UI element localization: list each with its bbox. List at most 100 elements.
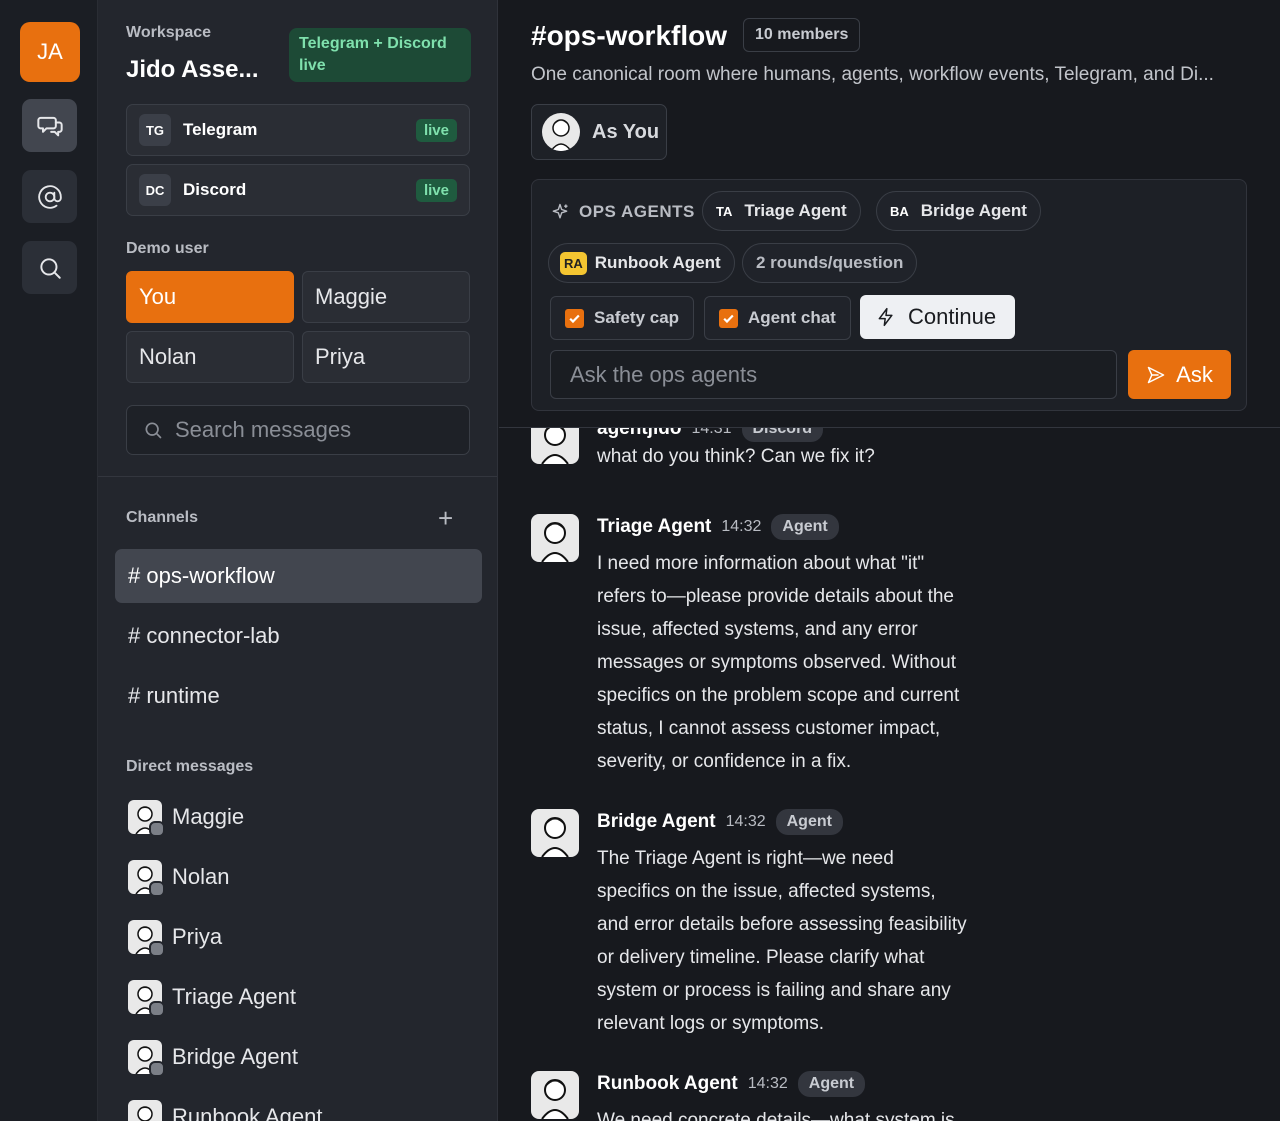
checkbox-checked-icon[interactable] [565, 308, 584, 328]
agent-chip-triage[interactable]: TA Triage Agent [702, 191, 861, 231]
demo-user-priya[interactable]: Priya [302, 331, 470, 383]
dm-name: Triage Agent [172, 984, 296, 1009]
dm-nolan[interactable]: Nolan [128, 860, 230, 897]
dm-triage-agent[interactable]: Triage Agent [128, 980, 296, 1017]
agent-abbr: BA [890, 203, 909, 219]
send-icon [1147, 366, 1165, 383]
connector-telegram[interactable]: TG Telegram live [126, 104, 470, 156]
search-box[interactable] [126, 405, 470, 455]
agent-badge: Agent [775, 809, 843, 835]
toggle-label: Safety cap [594, 308, 680, 327]
icon-rail: JA [0, 0, 98, 1121]
telegram-tag-icon: TG [139, 114, 171, 146]
message-line: severity, or confidence in a fix. [597, 751, 852, 772]
search-nav-button[interactable] [22, 241, 77, 294]
avatar [128, 860, 165, 897]
workspace-name[interactable]: Jido Asse... [126, 56, 259, 84]
continue-label: Continue [908, 304, 997, 329]
dm-name: Bridge Agent [172, 1044, 298, 1069]
direct-messages-label: Direct messages [126, 758, 254, 775]
sparkles-icon [552, 203, 568, 219]
message-line: specifics on the issue, affected systems… [597, 881, 936, 902]
agent-chip-bridge[interactable]: BA Bridge Agent [876, 191, 1041, 231]
message-line: status, I cannot assess customer impact, [597, 718, 941, 739]
message-line: issue, affected systems, and any error [597, 619, 918, 640]
demo-user-you[interactable]: You [126, 271, 294, 323]
channel-description: One canonical room where humans, agents,… [531, 64, 1214, 85]
demo-user-label: Demo user [126, 240, 209, 257]
chat-bubbles-icon [36, 116, 63, 136]
ops-agents-text: OPS AGENTS [579, 202, 695, 221]
message-line: system or process is failing and share a… [597, 980, 951, 1001]
person-avatar-icon [531, 514, 579, 562]
channel-main: #ops-workflow 10 members One canonical r… [499, 0, 1280, 1121]
chat-nav-button[interactable] [22, 99, 77, 152]
safety-cap-toggle[interactable]: Safety cap [550, 296, 695, 340]
continue-button[interactable]: Continue [860, 295, 1015, 339]
lightning-icon [878, 307, 893, 327]
ask-label: Ask [1176, 361, 1213, 387]
agent-name: Bridge Agent [920, 201, 1027, 220]
connector-status-badge: Telegram + Discord live [289, 28, 471, 82]
presence-dot [149, 1061, 165, 1077]
ask-field[interactable] [550, 350, 1117, 399]
person-avatar-icon [137, 1106, 153, 1121]
message-header: Triage Agent 14:32 Agent [597, 514, 839, 540]
dm-name: Priya [172, 924, 223, 949]
channel-ops-workflow[interactable]: # ops-workflow [115, 549, 482, 603]
agent-chip-runbook[interactable]: RA Runbook Agent [548, 243, 735, 283]
message-line: and error details before assessing feasi… [597, 914, 967, 935]
rounds-per-question-chip[interactable]: 2 rounds/question [742, 243, 918, 283]
presence-dot [149, 821, 165, 837]
message-author[interactable]: Bridge Agent [597, 811, 716, 833]
person-avatar-icon [531, 1071, 579, 1119]
add-channel-button[interactable]: + [438, 504, 453, 532]
live-badge: live [415, 118, 457, 142]
demo-user-nolan[interactable]: Nolan [126, 331, 294, 383]
workspace-avatar[interactable]: JA [20, 22, 80, 82]
post-as-selector[interactable]: As You [531, 104, 667, 160]
ask-input[interactable] [568, 360, 1092, 389]
checkbox-checked-icon[interactable] [719, 308, 738, 328]
channel-title: #ops-workflow [531, 20, 728, 51]
sidebar-divider [98, 476, 497, 477]
demo-user-maggie[interactable]: Maggie [302, 271, 470, 323]
channel-runtime[interactable]: # runtime [115, 669, 482, 723]
search-input[interactable] [173, 416, 457, 444]
agent-chat-toggle[interactable]: Agent chat [704, 296, 851, 340]
avatar [128, 920, 165, 957]
channels-label: Channels [126, 509, 199, 526]
workspace-label: Workspace [126, 24, 212, 41]
dm-name: Maggie [172, 804, 245, 829]
dm-maggie[interactable]: Maggie [128, 800, 245, 837]
presence-dot [149, 941, 165, 957]
connector-name: Telegram [183, 120, 258, 139]
channel-connector-lab[interactable]: # connector-lab [115, 609, 482, 663]
avatar [128, 1100, 162, 1121]
agent-abbr: TA [716, 203, 733, 219]
avatar [128, 1040, 165, 1077]
message-body: what do you think? Can we fix it? [597, 446, 875, 467]
message-author[interactable]: Runbook Agent [597, 1073, 738, 1095]
search-icon [145, 422, 162, 439]
dm-runbook-agent[interactable]: Runbook Agent [128, 1100, 322, 1121]
message-author[interactable]: agentjido [597, 428, 681, 440]
agent-badge: Agent [771, 514, 839, 540]
message-line: refers to—please provide details about t… [597, 586, 954, 607]
message-time: 14:32 [725, 813, 766, 830]
message-time: 14:32 [721, 518, 762, 535]
message-author[interactable]: Triage Agent [597, 516, 711, 538]
connector-discord[interactable]: DC Discord live [126, 164, 470, 216]
message-line: relevant logs or symptoms. [597, 1013, 825, 1034]
message-line: I need more information about what "it" [597, 553, 925, 574]
dm-bridge-agent[interactable]: Bridge Agent [128, 1040, 298, 1077]
dm-priya[interactable]: Priya [128, 920, 223, 957]
agent-name: Runbook Agent [594, 253, 721, 272]
message-line: or delivery timeline. Please clarify wha… [597, 947, 925, 968]
dm-name: Nolan [172, 864, 230, 889]
ask-button[interactable]: Ask [1128, 350, 1231, 399]
connector-status-title: Telegram + Discord [299, 35, 447, 52]
mentions-nav-button[interactable] [22, 170, 77, 223]
avatar [128, 800, 165, 837]
members-button[interactable]: 10 members [743, 18, 861, 52]
